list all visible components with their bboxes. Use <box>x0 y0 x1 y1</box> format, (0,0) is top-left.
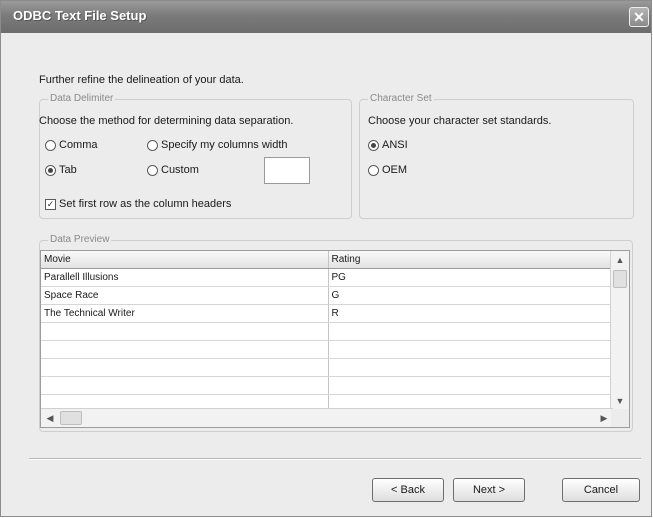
cell-movie: Parallell Illusions <box>41 268 329 287</box>
radio-oem-label: OEM <box>382 164 408 177</box>
scroll-down-icon[interactable]: ▼ <box>612 393 628 409</box>
preview-legend: Data Preview <box>48 234 112 245</box>
table-row[interactable] <box>41 322 612 341</box>
cancel-button[interactable]: Cancel <box>562 478 640 502</box>
dialog-window: ODBC Text File Setup ✕ Further refine th… <box>0 0 652 517</box>
data-preview-grid[interactable]: Movie Rating Parallell Illusions PG Space… <box>40 250 630 428</box>
preview-table: Movie Rating Parallell Illusions PG Space… <box>41 251 612 413</box>
radio-ansi-circle[interactable] <box>368 139 379 151</box>
delimiter-legend: Data Delimiter <box>48 93 116 104</box>
table-row[interactable]: Space Race G <box>41 286 612 305</box>
radio-comma-circle[interactable] <box>45 139 56 151</box>
radio-specify-width[interactable]: Specify my columns width <box>147 139 288 151</box>
vertical-scroll-thumb[interactable] <box>613 270 627 288</box>
horizontal-scroll-thumb[interactable] <box>60 411 82 425</box>
column-header-rating[interactable]: Rating <box>328 251 612 269</box>
vertical-scrollbar[interactable]: ▲ ▼ <box>610 251 629 410</box>
preview-header-row: Movie Rating <box>41 251 612 269</box>
charset-legend: Character Set <box>368 93 434 104</box>
horizontal-scrollbar[interactable]: ◀ ▶ <box>41 408 613 427</box>
scrollbar-corner <box>611 409 629 427</box>
custom-delimiter-input[interactable] <box>264 157 310 184</box>
cell-movie: The Technical Writer <box>41 304 329 323</box>
intro-text: Further refine the delineation of your d… <box>39 74 244 86</box>
header-row-checkbox[interactable]: ✓ Set first row as the column headers <box>45 198 231 210</box>
back-button[interactable]: < Back <box>372 478 444 502</box>
scroll-up-icon[interactable]: ▲ <box>612 252 628 268</box>
divider <box>29 458 641 460</box>
scroll-left-icon[interactable]: ◀ <box>42 410 58 426</box>
table-row[interactable] <box>41 358 612 377</box>
cell-rating <box>328 322 612 341</box>
header-row-checkbox-label: Set first row as the column headers <box>59 198 232 211</box>
cell-movie <box>41 322 329 341</box>
cell-rating <box>328 358 612 377</box>
table-row[interactable] <box>41 340 612 359</box>
radio-oem[interactable]: OEM <box>368 164 407 176</box>
radio-custom[interactable]: Custom <box>147 164 199 176</box>
radio-ansi-label: ANSI <box>382 139 408 152</box>
radio-oem-circle[interactable] <box>368 164 379 176</box>
radio-comma[interactable]: Comma <box>45 139 98 151</box>
table-row[interactable]: The Technical Writer R <box>41 304 612 323</box>
delimiter-description: Choose the method for determining data s… <box>39 115 294 127</box>
cell-movie <box>41 358 329 377</box>
header-row-checkbox-box[interactable]: ✓ <box>45 198 56 210</box>
cell-rating <box>328 376 612 395</box>
charset-description: Choose your character set standards. <box>368 115 552 127</box>
table-row[interactable]: Parallell Illusions PG <box>41 268 612 287</box>
title-bar[interactable]: ODBC Text File Setup ✕ <box>1 1 651 33</box>
radio-ansi[interactable]: ANSI <box>368 139 408 151</box>
cell-movie <box>41 340 329 359</box>
radio-comma-label: Comma <box>59 139 98 152</box>
radio-custom-circle[interactable] <box>147 164 158 176</box>
next-button[interactable]: Next > <box>453 478 525 502</box>
cell-rating: R <box>328 304 612 323</box>
table-row[interactable] <box>41 376 612 395</box>
radio-tab-label: Tab <box>59 164 77 177</box>
radio-tab-circle[interactable] <box>45 164 56 176</box>
window-title: ODBC Text File Setup <box>13 8 147 23</box>
radio-specify-width-label: Specify my columns width <box>161 139 288 152</box>
radio-specify-width-circle[interactable] <box>147 139 158 151</box>
cell-rating: G <box>328 286 612 305</box>
radio-custom-label: Custom <box>161 164 199 177</box>
close-icon[interactable]: ✕ <box>629 7 649 27</box>
cell-rating <box>328 340 612 359</box>
cell-rating: PG <box>328 268 612 287</box>
radio-tab[interactable]: Tab <box>45 164 77 176</box>
cell-movie <box>41 376 329 395</box>
column-header-movie[interactable]: Movie <box>41 251 329 269</box>
scroll-right-icon[interactable]: ▶ <box>596 410 612 426</box>
cell-movie: Space Race <box>41 286 329 305</box>
